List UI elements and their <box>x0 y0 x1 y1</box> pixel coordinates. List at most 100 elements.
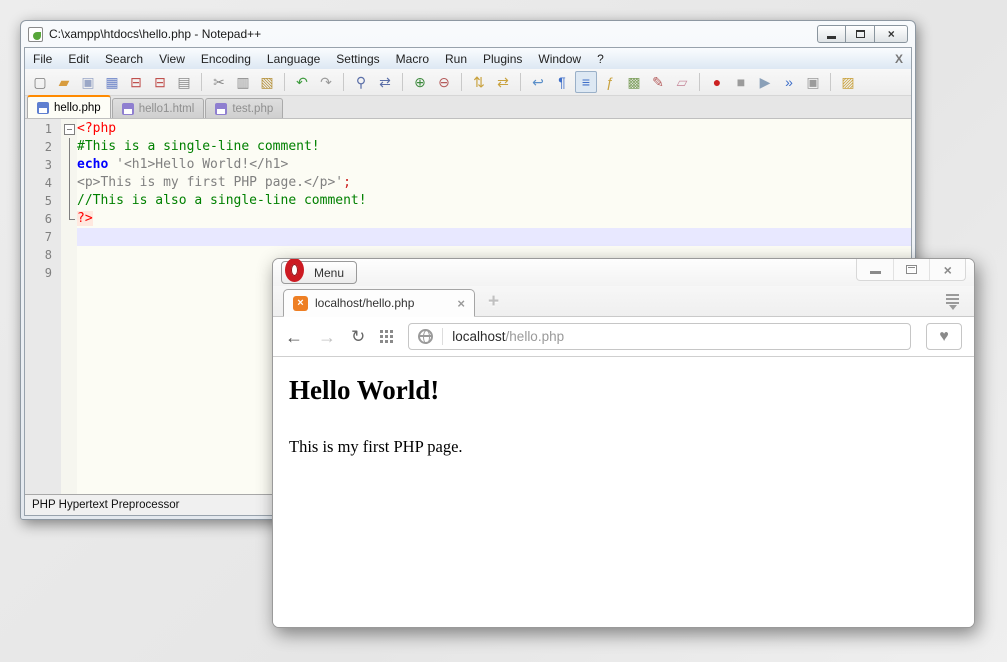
line-number: 8 <box>25 246 61 264</box>
close-icon: × <box>887 28 894 40</box>
bin-lines-icon <box>946 294 959 296</box>
menu-search[interactable]: Search <box>97 52 151 66</box>
notepad-window-controls: × <box>817 25 908 43</box>
file-tab-hello1.html[interactable]: hello1.html <box>112 98 205 118</box>
notepad-close-button[interactable]: × <box>875 25 908 43</box>
code-segment: ?> <box>77 211 93 226</box>
sync-vertical-scroll-icon[interactable]: ⇅ <box>468 71 490 93</box>
print-icon[interactable]: ▤ <box>173 71 195 93</box>
close-all-icon[interactable]: ⊟ <box>149 71 171 93</box>
code-line-5[interactable]: 5//This is also a single-line comment! <box>25 192 911 210</box>
menu-macro[interactable]: Macro <box>388 52 437 66</box>
speed-dial-icon[interactable] <box>380 330 383 333</box>
open-file-icon[interactable]: ▰ <box>53 71 75 93</box>
doc-switcher-icon[interactable]: ✎ <box>647 71 669 93</box>
code-segment: ; <box>343 175 351 190</box>
replace-icon[interactable]: ⇄ <box>374 71 396 93</box>
stop-macro-icon[interactable]: ■ <box>730 71 752 93</box>
new-tab-button[interactable]: + <box>488 292 499 311</box>
globe-icon <box>418 329 433 344</box>
new-file-icon[interactable]: ▢ <box>29 71 51 93</box>
save-macro-icon[interactable]: ▣ <box>802 71 824 93</box>
document-map-icon[interactable]: ▩ <box>623 71 645 93</box>
paste-icon[interactable]: ▧ <box>256 71 278 93</box>
heart-icon: ♥ <box>939 328 949 346</box>
code-text: //This is also a single-line comment! <box>77 192 911 210</box>
bookmark-button[interactable]: ♥ <box>926 323 962 350</box>
browser-page: Hello World! This is my first PHP page. <box>273 357 974 627</box>
zoom-in-icon[interactable]: ⊕ <box>409 71 431 93</box>
file-tab-hello.php[interactable]: hello.php <box>27 95 111 118</box>
toolbar-separator <box>201 73 202 91</box>
line-number: 3 <box>25 156 61 174</box>
find-icon[interactable]: ⚲ <box>350 71 372 93</box>
show-all-characters-icon[interactable]: ¶ <box>551 71 573 93</box>
reload-button[interactable]: ↻ <box>351 328 365 345</box>
forward-button[interactable]: → <box>318 328 336 346</box>
menu-language[interactable]: Language <box>259 52 328 66</box>
code-line-3[interactable]: 3echo '<h1>Hello World!</h1> <box>25 156 911 174</box>
record-macro-icon[interactable]: ● <box>706 71 728 93</box>
opera-minimize-button[interactable] <box>857 259 893 280</box>
project-panel-icon[interactable]: ▱ <box>671 71 693 93</box>
notepad-titlebar[interactable]: C:\xampp\htdocs\hello.php - Notepad++ × <box>24 21 912 47</box>
notepad-minimize-button[interactable] <box>817 25 846 43</box>
line-number: 1 <box>25 120 61 138</box>
code-line-2[interactable]: 2#This is a single-line comment! <box>25 138 911 156</box>
opera-window: Menu × × localhost/hello.php × + ← → ↻ <box>272 258 975 628</box>
page-heading: Hello World! <box>289 375 958 406</box>
url-path: /hello.php <box>506 329 565 344</box>
code-segment: <?php <box>77 121 116 136</box>
menu-encoding[interactable]: Encoding <box>193 52 259 66</box>
floppy-icon <box>37 102 49 114</box>
close-file-icon[interactable]: ⊟ <box>125 71 147 93</box>
run-macro-multiple-icon[interactable]: » <box>778 71 800 93</box>
menu-help[interactable]: ? <box>589 52 612 66</box>
code-line-6[interactable]: 6 ?> <box>25 210 911 228</box>
url-separator <box>442 328 443 345</box>
cut-icon[interactable]: ✂ <box>208 71 230 93</box>
menu-settings[interactable]: Settings <box>328 52 387 66</box>
menu-edit[interactable]: Edit <box>60 52 97 66</box>
code-text: ?> <box>77 210 911 228</box>
mime-tools-icon[interactable]: ▨ <box>837 71 859 93</box>
code-line-1[interactable]: 1 <?php <box>25 120 911 138</box>
menu-plugins[interactable]: Plugins <box>475 52 530 66</box>
code-segment: echo <box>77 157 108 172</box>
url-text[interactable]: localhost/hello.php <box>452 329 564 344</box>
save-all-icon[interactable]: ▦ <box>101 71 123 93</box>
menubar-close-doc-button[interactable]: X <box>887 52 911 66</box>
fold-start-icon[interactable] <box>61 120 77 138</box>
closed-tabs-bin-icon[interactable] <box>946 294 960 310</box>
opera-maximize-button[interactable] <box>893 259 929 280</box>
word-wrap-icon[interactable]: ↩ <box>527 71 549 93</box>
tab-close-icon[interactable]: × <box>457 297 465 310</box>
menu-run[interactable]: Run <box>437 52 475 66</box>
opera-tab-localhost[interactable]: × localhost/hello.php × <box>283 289 475 317</box>
menu-window[interactable]: Window <box>530 52 589 66</box>
code-line-7[interactable]: 7 <box>25 228 911 246</box>
redo-icon[interactable]: ↷ <box>315 71 337 93</box>
maximize-icon <box>856 30 865 38</box>
sync-horizontal-scroll-icon[interactable]: ⇄ <box>492 71 514 93</box>
opera-menu-button[interactable]: Menu <box>281 261 357 284</box>
save-file-icon[interactable]: ▣ <box>77 71 99 93</box>
back-button[interactable]: ← <box>285 328 303 346</box>
code-line-4[interactable]: 4<p>This is my first PHP page.</p>'; <box>25 174 911 192</box>
notepad-maximize-button[interactable] <box>846 25 875 43</box>
function-completion-icon[interactable]: ƒ <box>599 71 621 93</box>
line-number: 6 <box>25 210 61 228</box>
show-indent-guide-icon[interactable]: ≡ <box>575 71 597 93</box>
play-macro-icon[interactable]: ▶ <box>754 71 776 93</box>
copy-icon[interactable]: ▥ <box>232 71 254 93</box>
zoom-out-icon[interactable]: ⊖ <box>433 71 455 93</box>
address-bar[interactable]: localhost/hello.php <box>408 323 911 350</box>
menu-view[interactable]: View <box>151 52 193 66</box>
opera-tab-title: localhost/hello.php <box>315 296 450 310</box>
undo-icon[interactable]: ↶ <box>291 71 313 93</box>
opera-toolbar: ← → ↻ localhost/hello.php ♥ <box>273 317 974 357</box>
opera-close-button[interactable]: × <box>929 259 965 280</box>
file-tab-test.php[interactable]: test.php <box>205 98 283 118</box>
code-segment: #This is a single-line comment! <box>77 139 320 154</box>
menu-file[interactable]: File <box>25 52 60 66</box>
